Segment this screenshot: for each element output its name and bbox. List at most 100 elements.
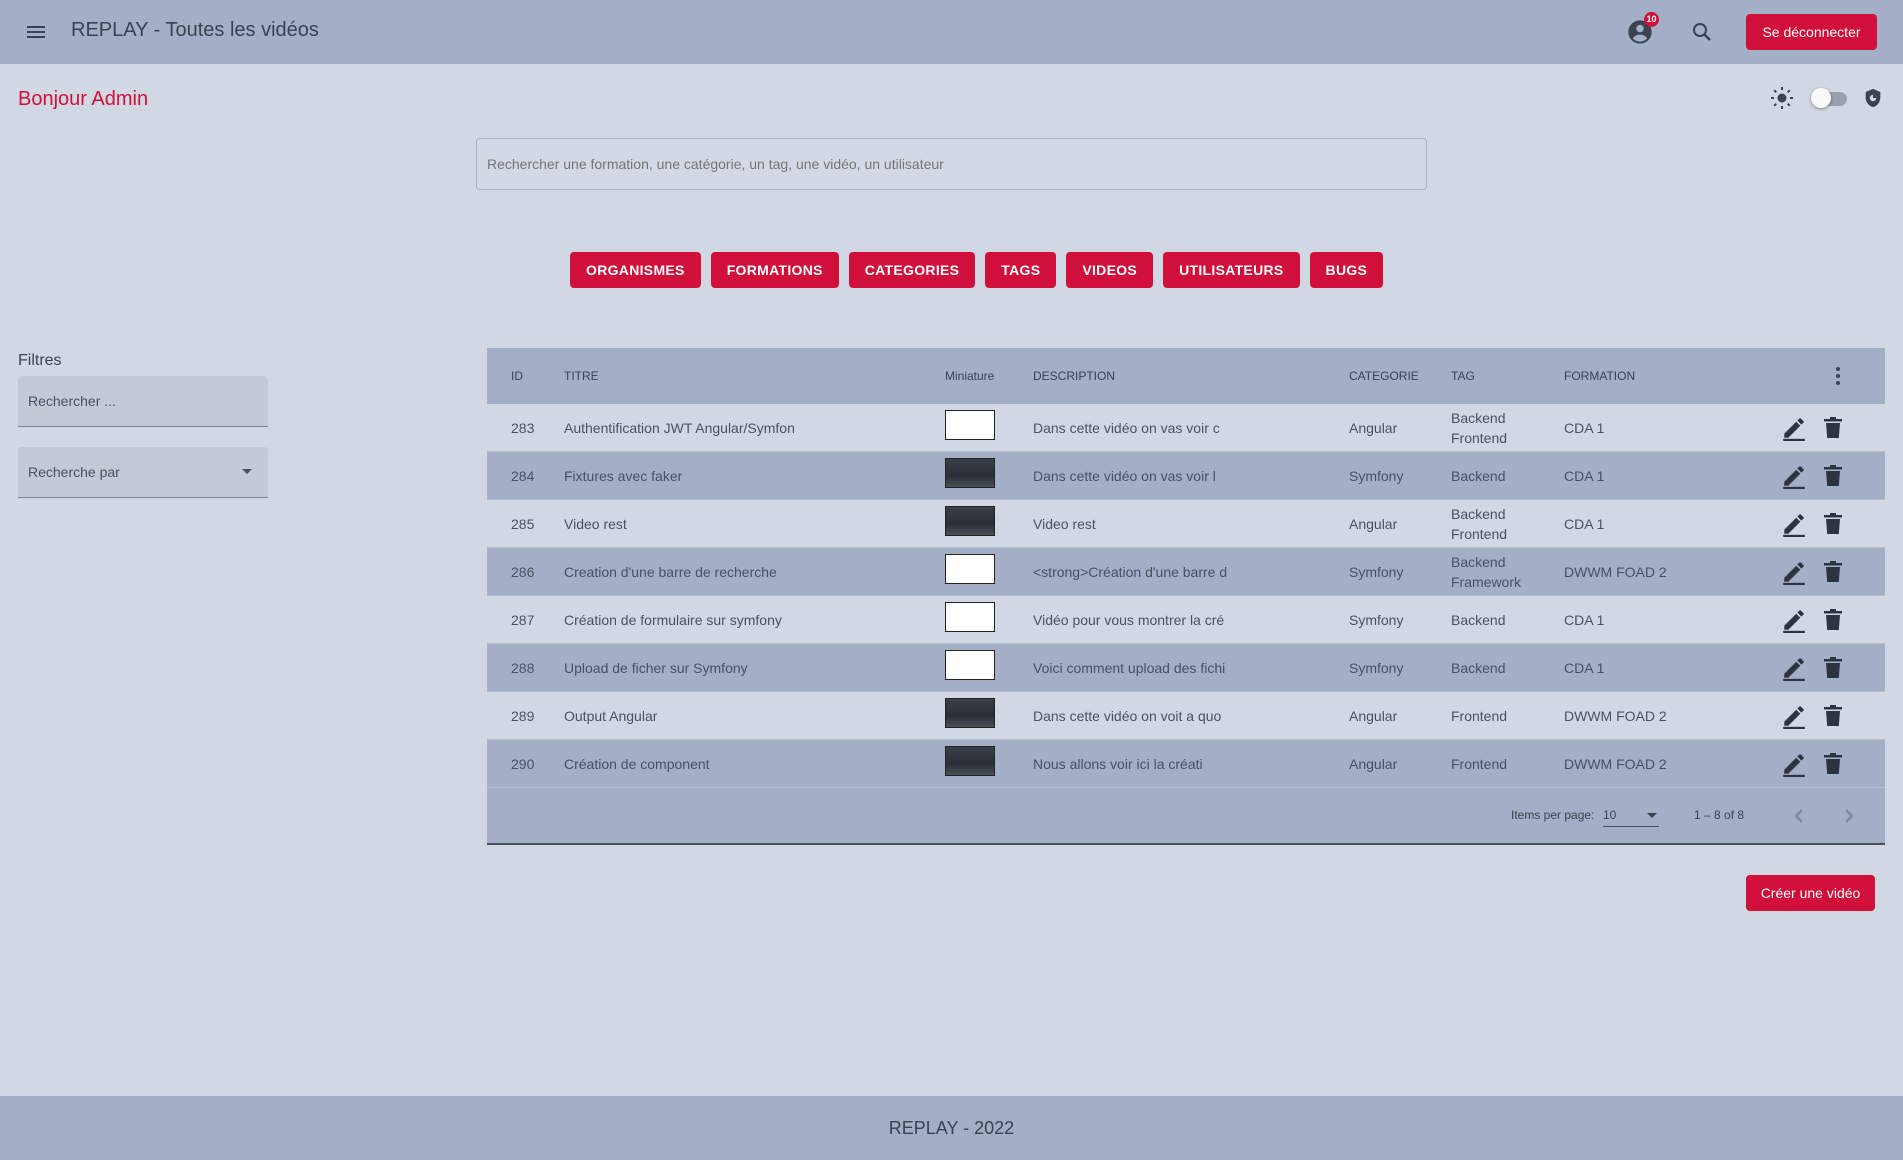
delete-icon[interactable] <box>1823 512 1843 536</box>
nav-organismes-button[interactable]: ORGANISMES <box>570 252 701 288</box>
table-row[interactable]: 287 Création de formulaire sur symfony Vid… <box>487 596 1885 644</box>
nav-videos-button[interactable]: VIDEOS <box>1066 252 1154 288</box>
cell-tag: Frontend <box>1451 740 1507 788</box>
cell-formation: DWWM FOAD 2 <box>1564 756 1667 772</box>
table-row[interactable]: 285 Video rest Video rest Angular Backend Fro… <box>487 500 1885 548</box>
delete-icon[interactable] <box>1823 752 1843 776</box>
edit-icon[interactable] <box>1781 751 1807 777</box>
menu-icon[interactable] <box>24 20 48 44</box>
filter-search-by-select[interactable]: Recherche par <box>18 447 268 498</box>
edit-icon[interactable] <box>1781 559 1807 585</box>
video-thumbnail[interactable] <box>945 602 995 632</box>
previous-page-button[interactable] <box>1787 804 1811 828</box>
header-description[interactable]: DESCRIPTION <box>1033 348 1115 404</box>
cell-categorie: Angular <box>1349 516 1398 532</box>
more-vert-icon[interactable] <box>1826 364 1850 388</box>
video-thumbnail[interactable] <box>945 410 995 440</box>
video-thumbnail[interactable] <box>945 698 995 728</box>
videos-table: ID TITRE Miniature DESCRIPTION CATEGORIE… <box>487 348 1885 845</box>
edit-icon[interactable] <box>1781 655 1807 681</box>
edit-icon[interactable] <box>1781 511 1807 537</box>
nav-bugs-button[interactable]: BUGS <box>1309 252 1384 288</box>
toggle-knob <box>1811 88 1831 108</box>
cell-formation: CDA 1 <box>1564 420 1605 436</box>
video-thumbnail[interactable] <box>945 650 995 680</box>
delete-icon[interactable] <box>1823 608 1843 632</box>
shield-icon[interactable] <box>1862 87 1884 109</box>
cell-formation: CDA 1 <box>1564 468 1605 484</box>
dropdown-arrow-icon <box>242 469 252 474</box>
nav-utilisateurs-button[interactable]: UTILISATEURS <box>1163 252 1300 288</box>
video-thumbnail[interactable] <box>945 506 995 536</box>
cell-description: Vidéo pour vous montrer la cré <box>1033 612 1225 628</box>
cell-id: 283 <box>511 420 535 436</box>
items-per-page-value: 10 <box>1603 808 1617 822</box>
filter-search-input[interactable]: Rechercher ... <box>18 376 268 427</box>
create-video-button[interactable]: Créer une vidéo <box>1746 875 1875 911</box>
cell-categorie: Symfony <box>1349 612 1404 628</box>
paginator: Items per page: 10 1 – 8 of 8 <box>487 788 1885 845</box>
cell-titre: Fixtures avec faker <box>564 468 683 484</box>
cell-formation: CDA 1 <box>1564 516 1605 532</box>
cell-tag: Backend <box>1451 644 1505 692</box>
header-categorie[interactable]: CATEGORIE <box>1349 348 1419 404</box>
cell-categorie: Symfony <box>1349 660 1404 676</box>
logout-button[interactable]: Se déconnecter <box>1746 14 1877 50</box>
edit-icon[interactable] <box>1781 463 1807 489</box>
cell-description: Nous allons voir ici la créati <box>1033 756 1203 772</box>
cell-description: Dans cette vidéo on voit a quo <box>1033 708 1222 724</box>
cell-description: Voici comment upload des fichi <box>1033 660 1226 676</box>
items-per-page-select[interactable]: 10 <box>1603 800 1659 827</box>
cell-titre: Création de component <box>564 756 710 772</box>
next-page-button[interactable] <box>1837 804 1861 828</box>
tag-label: Frontend <box>1451 430 1508 446</box>
cell-id: 284 <box>511 468 535 484</box>
cell-formation: DWWM FOAD 2 <box>1564 708 1667 724</box>
header-formation[interactable]: FORMATION <box>1564 348 1635 404</box>
delete-icon[interactable] <box>1823 704 1843 728</box>
delete-icon[interactable] <box>1823 560 1843 584</box>
cell-titre: Création de formulaire sur symfony <box>564 612 782 628</box>
delete-icon[interactable] <box>1823 464 1843 488</box>
theme-toggle[interactable] <box>1811 88 1847 108</box>
table-row[interactable]: 289 Output Angular Dans cette vidéo on voi… <box>487 692 1885 740</box>
cell-categorie: Angular <box>1349 708 1398 724</box>
admin-nav: ORGANISMES FORMATIONS CATEGORIES TAGS VI… <box>570 252 1393 288</box>
table-row[interactable]: 283 Authentification JWT Angular/Symfon Da… <box>487 404 1885 452</box>
table-row[interactable]: 290 Création de component Nous allons voir… <box>487 740 1885 788</box>
table-row[interactable]: 286 Creation d'une barre de recherche <str… <box>487 548 1885 596</box>
video-thumbnail[interactable] <box>945 554 995 584</box>
header-titre[interactable]: TITRE <box>564 348 599 404</box>
cell-titre: Upload de ficher sur Symfony <box>564 660 748 676</box>
cell-id: 287 <box>511 612 535 628</box>
tag-label: Backend <box>1451 612 1506 628</box>
dropdown-arrow-icon <box>1647 813 1657 818</box>
tag-label: Frontend <box>1451 756 1508 772</box>
video-thumbnail[interactable] <box>945 746 995 776</box>
cell-tag: Backend <box>1451 596 1505 644</box>
header-miniature: Miniature <box>945 369 995 383</box>
nav-formations-button[interactable]: FORMATIONS <box>710 252 839 288</box>
cell-formation: CDA 1 <box>1564 612 1605 628</box>
cell-description: <strong>Création d'une barre d <box>1033 564 1228 580</box>
header-id[interactable]: ID <box>511 348 523 404</box>
delete-icon[interactable] <box>1823 656 1843 680</box>
footer-text: REPLAY - 2022 <box>888 1118 1015 1138</box>
cell-tag: Backend <box>1451 452 1505 500</box>
header-tag[interactable]: TAG <box>1451 348 1475 404</box>
edit-icon[interactable] <box>1781 703 1807 729</box>
page-title: REPLAY - Toutes les vidéos <box>71 19 319 41</box>
table-row[interactable]: 284 Fixtures avec faker Dans cette vidéo o… <box>487 452 1885 500</box>
edit-icon[interactable] <box>1781 415 1807 441</box>
global-search-input[interactable] <box>476 138 1427 190</box>
video-thumbnail[interactable] <box>945 458 995 488</box>
cell-tag: Frontend <box>1451 692 1507 740</box>
tag-label: Backend <box>1451 554 1506 570</box>
nav-tags-button[interactable]: TAGS <box>985 252 1057 288</box>
table-row[interactable]: 288 Upload de ficher sur Symfony Voici com… <box>487 644 1885 692</box>
cell-formation: CDA 1 <box>1564 660 1605 676</box>
delete-icon[interactable] <box>1823 416 1843 440</box>
edit-icon[interactable] <box>1781 607 1807 633</box>
nav-categories-button[interactable]: CATEGORIES <box>848 252 976 288</box>
search-icon[interactable] <box>1690 20 1714 44</box>
